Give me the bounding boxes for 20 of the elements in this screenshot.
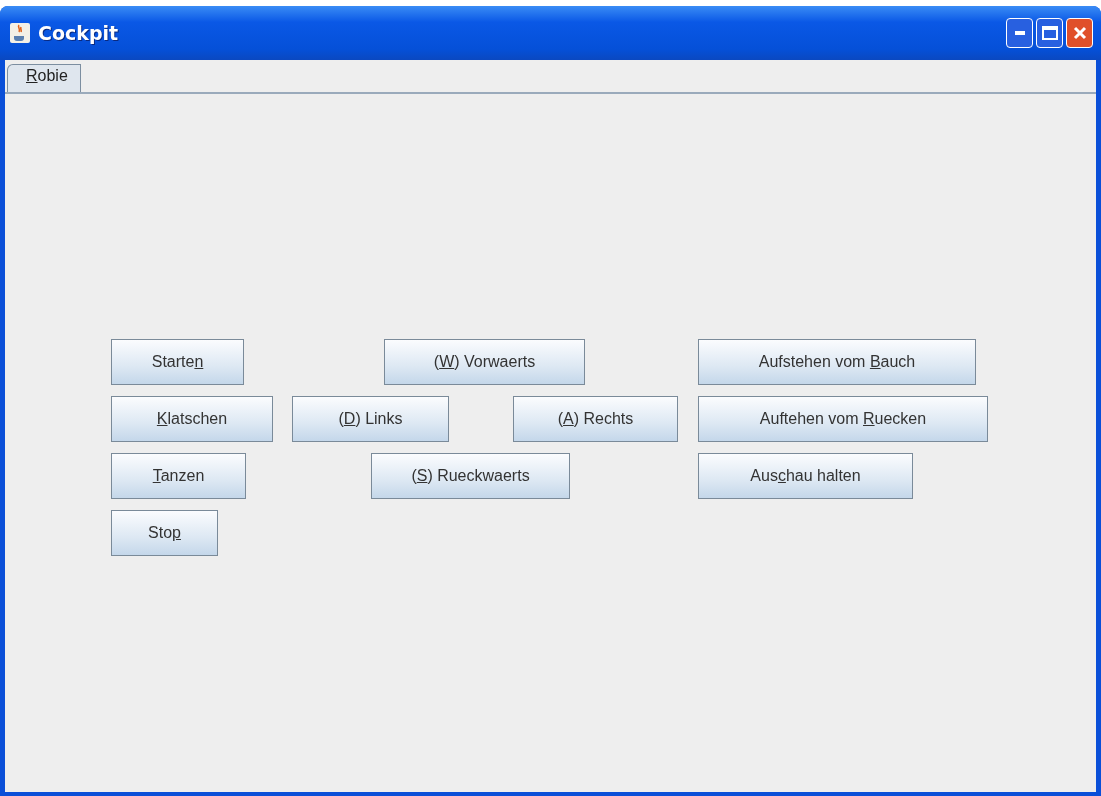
tab[interactable]: Robie [7,64,81,92]
command-button[interactable]: Tanzen [111,453,246,499]
command-button[interactable]: Auschau halten [698,453,913,499]
command-button[interactable]: Klatschen [111,396,273,442]
command-button[interactable]: Starten [111,339,244,385]
java-cup-icon [10,23,30,43]
command-button[interactable]: (S) Rueckwaerts [371,453,570,499]
command-button[interactable]: (D) Links [292,396,449,442]
command-button[interactable]: Stop [111,510,218,556]
close-icon [1072,26,1087,40]
command-button[interactable]: (W) Vorwaerts [384,339,585,385]
close-button[interactable] [1066,18,1093,48]
command-button[interactable]: Auftehen vom Ruecken [698,396,988,442]
maximize-icon [1041,26,1058,40]
maximize-button[interactable] [1036,18,1063,48]
command-button[interactable]: Aufstehen vom Bauch [698,339,976,385]
window-title: Cockpit [38,22,120,44]
command-button[interactable]: (A) Rechts [513,396,678,442]
minimize-button[interactable] [1006,18,1033,48]
minimize-icon [1014,31,1025,35]
